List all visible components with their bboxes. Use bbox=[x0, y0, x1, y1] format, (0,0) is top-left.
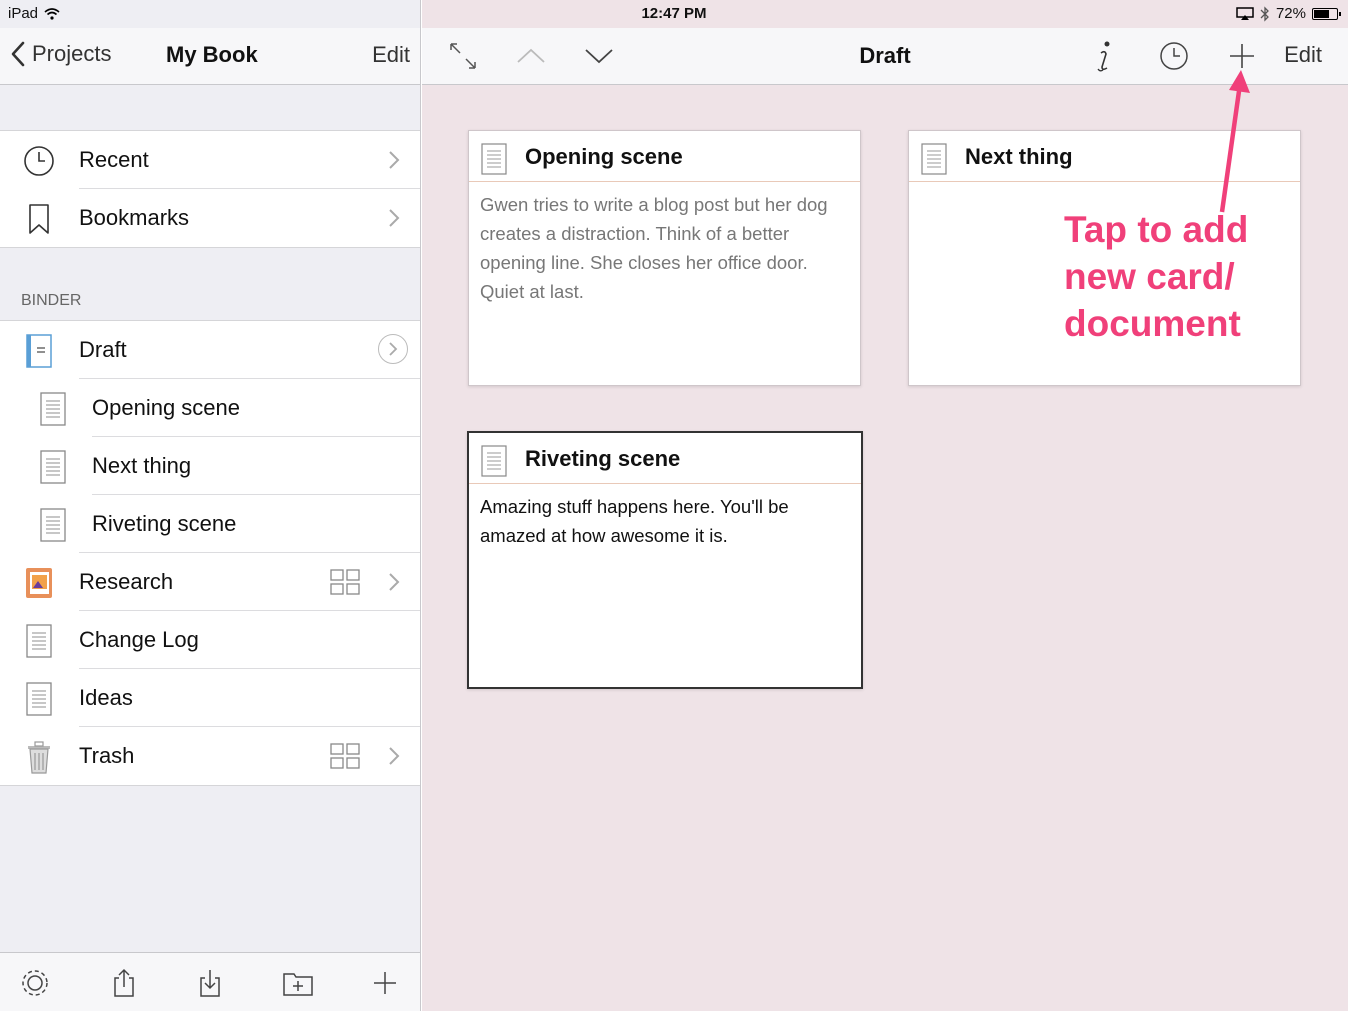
status-time: 12:47 PM bbox=[641, 5, 707, 22]
shortcuts-group: Recent Bookmarks bbox=[0, 130, 420, 248]
sidebar-item-riveting-scene[interactable]: Riveting scene bbox=[0, 495, 420, 553]
status-bar: iPad 12:47 PM 72% bbox=[0, 0, 1348, 28]
airplay-icon bbox=[1236, 6, 1254, 20]
annotation-line: new card/ bbox=[1064, 256, 1235, 297]
annotation-line: document bbox=[1064, 303, 1241, 344]
bluetooth-icon bbox=[1260, 5, 1269, 22]
status-right: 72% bbox=[1236, 5, 1341, 22]
battery-icon bbox=[1312, 7, 1341, 20]
card-header: Opening scene bbox=[469, 131, 860, 182]
document-icon bbox=[481, 445, 507, 477]
trash-icon bbox=[22, 740, 56, 774]
chevron-right-icon bbox=[389, 209, 400, 227]
document-icon bbox=[921, 143, 947, 175]
projects-back-label: Projects bbox=[32, 41, 112, 66]
sidebar-item-ideas[interactable]: Ideas bbox=[0, 669, 420, 727]
annotation-line: Tap to add bbox=[1064, 209, 1249, 250]
sidebar-item-next-thing[interactable]: Next thing bbox=[0, 437, 420, 495]
grid-view-icon[interactable] bbox=[330, 569, 360, 601]
card-header: Riveting scene bbox=[469, 433, 861, 484]
sidebar-item-draft[interactable]: Draft bbox=[0, 321, 420, 379]
project-title: My Book bbox=[166, 42, 258, 67]
sidebar-item-research[interactable]: Research bbox=[0, 553, 420, 611]
sidebar-item-label: Trash bbox=[79, 743, 135, 768]
binder-group: Draft Opening scene Next thing Riveting bbox=[0, 320, 420, 786]
document-icon bbox=[22, 682, 56, 716]
document-icon bbox=[481, 143, 507, 175]
sidebar-item-label: Next thing bbox=[92, 453, 192, 478]
expand-icon[interactable] bbox=[444, 38, 482, 74]
binder-section-header: BINDER bbox=[21, 292, 82, 309]
chevron-right-icon bbox=[389, 747, 400, 765]
chevron-up-icon[interactable] bbox=[512, 38, 550, 74]
document-icon bbox=[36, 392, 70, 426]
document-icon bbox=[22, 624, 56, 658]
import-icon[interactable] bbox=[194, 967, 226, 999]
grid-view-icon[interactable] bbox=[330, 743, 360, 775]
chevron-right-icon bbox=[389, 573, 400, 591]
sidebar-item-opening-scene[interactable]: Opening scene bbox=[0, 379, 420, 437]
annotation-callout: Tap to add new card/ document bbox=[1064, 206, 1248, 347]
history-clock-icon[interactable] bbox=[1155, 38, 1193, 74]
add-icon[interactable] bbox=[369, 967, 401, 999]
new-folder-icon[interactable] bbox=[282, 967, 314, 999]
sidebar-item-recent[interactable]: Recent bbox=[0, 131, 420, 189]
draft-folder-icon bbox=[22, 334, 56, 368]
sidebar-edit-button[interactable]: Edit bbox=[372, 42, 410, 68]
sidebar-item-label: Change Log bbox=[79, 627, 199, 652]
chevron-right-icon bbox=[389, 151, 400, 169]
sidebar-item-label: Opening scene bbox=[92, 395, 240, 420]
card-title: Riveting scene bbox=[525, 446, 681, 471]
sidebar-item-label: Riveting scene bbox=[92, 511, 237, 536]
projects-back-button[interactable]: Projects bbox=[10, 40, 111, 68]
sidebar-item-label: Ideas bbox=[79, 685, 133, 710]
sidebar-item-bookmarks[interactable]: Bookmarks bbox=[0, 189, 420, 247]
main-edit-button[interactable]: Edit bbox=[1284, 42, 1322, 68]
chevron-down-icon[interactable] bbox=[580, 38, 618, 74]
document-icon bbox=[36, 508, 70, 542]
battery-percent: 72% bbox=[1275, 5, 1306, 22]
clock-icon bbox=[22, 144, 56, 178]
research-folder-icon bbox=[22, 566, 56, 600]
sidebar-item-label: Recent bbox=[79, 147, 149, 172]
open-folder-button[interactable] bbox=[378, 334, 408, 364]
card-title: Opening scene bbox=[525, 144, 683, 169]
chevron-left-icon bbox=[11, 41, 25, 67]
index-card-opening-scene[interactable]: Opening scene Gwen tries to write a blog… bbox=[468, 130, 861, 386]
card-synopsis: Gwen tries to write a blog post but her … bbox=[480, 194, 828, 302]
sidebar-item-label: Research bbox=[79, 569, 174, 594]
document-icon bbox=[36, 450, 70, 484]
sidebar-nav-bar: Projects My Book Edit bbox=[0, 28, 420, 85]
sidebar-item-label: Draft bbox=[79, 337, 127, 362]
index-card-riveting-scene[interactable]: Riveting scene Amazing stuff happens her… bbox=[467, 431, 863, 689]
sidebar-item-trash[interactable]: Trash bbox=[0, 727, 420, 785]
annotation-arrow bbox=[1219, 70, 1250, 213]
card-synopsis: Amazing stuff happens here. You'll be am… bbox=[480, 496, 789, 546]
sidebar-item-label: Bookmarks bbox=[79, 205, 190, 230]
sidebar-item-change-log[interactable]: Change Log bbox=[0, 611, 420, 669]
share-icon[interactable] bbox=[108, 967, 140, 999]
bookmark-icon bbox=[22, 202, 56, 236]
card-title: Next thing bbox=[965, 144, 1073, 169]
settings-gear-icon[interactable] bbox=[19, 967, 51, 999]
binder-sidebar: Projects My Book Edit Recent Bookmarks B… bbox=[0, 0, 421, 1011]
info-icon[interactable] bbox=[1086, 38, 1124, 74]
chevron-right-icon bbox=[389, 342, 398, 356]
sidebar-toolbar bbox=[0, 952, 420, 1011]
